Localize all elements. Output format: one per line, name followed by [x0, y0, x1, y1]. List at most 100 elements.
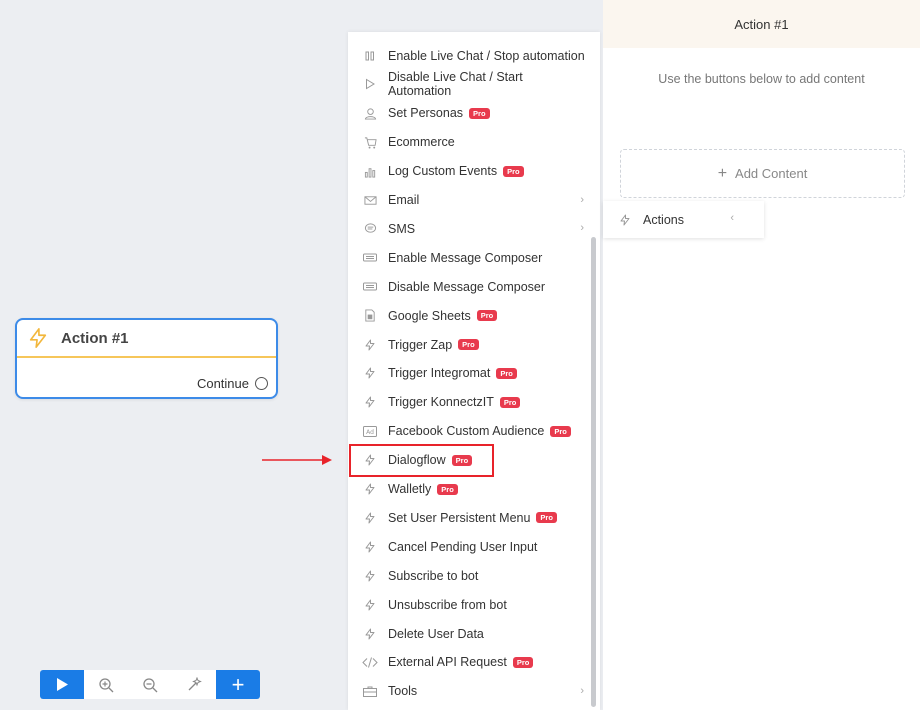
play-icon: [57, 678, 68, 691]
zoom-out-icon: [143, 677, 158, 692]
play-outline-icon: [362, 76, 378, 92]
menu-item-label: Unsubscribe from bot: [388, 597, 507, 612]
add-step-button[interactable]: +: [216, 670, 260, 699]
continue-connector[interactable]: Continue: [197, 376, 268, 391]
menu-item-enable-live-chat-stop-automation[interactable]: Enable Live Chat / Stop automation: [348, 41, 588, 70]
bolt-icon: [362, 568, 378, 584]
action-node[interactable]: Action #1 Continue: [15, 318, 278, 399]
menu-item-set-user-persistent-menu[interactable]: Set User Persistent Menu Pro: [348, 503, 588, 532]
add-content-label: Add Content: [735, 166, 808, 181]
continue-label: Continue: [196, 376, 249, 391]
menu-scrollbar[interactable]: [591, 237, 596, 707]
ad-icon: Ad: [362, 423, 378, 439]
menu-item-trigger-zap[interactable]: Trigger Zap Pro: [348, 330, 588, 359]
bolt-icon: [362, 337, 378, 353]
bolt-icon: [362, 597, 378, 613]
pro-badge: Pro: [437, 483, 458, 495]
action-editor-panel: Action #1 Use the buttons below to add c…: [603, 0, 920, 710]
menu-item-label: Trigger KonnectzIT: [388, 395, 494, 410]
menu-item-label: Walletly: [388, 482, 432, 496]
pro-badge: Pro: [458, 339, 479, 350]
action-node-title: Action #1: [61, 329, 129, 347]
menu-item-unsubscribe-from-bot[interactable]: Unsubscribe from bot: [348, 590, 588, 619]
menu-item-tools[interactable]: Tools ›: [348, 677, 588, 706]
dialogflow-highlight-box: [349, 444, 494, 477]
pro-badge: Pro: [499, 396, 521, 408]
menu-item-label: Disable Live Chat / Start Automation: [387, 70, 523, 99]
pro-badge: Pro: [536, 512, 557, 524]
connector-circle-icon[interactable]: [255, 377, 268, 390]
menu-item-facebook-custom-audience[interactable]: Ad Facebook Custom Audience Pro: [348, 417, 588, 446]
menu-item-cancel-pending-user-input[interactable]: Cancel Pending User Input: [348, 532, 588, 561]
menu-item-delete-user-data[interactable]: Delete User Data: [348, 619, 588, 648]
menu-item-walletly[interactable]: Walletly Pro: [348, 475, 588, 504]
menu-item-label: Trigger Zap: [388, 337, 453, 352]
keyboard-icon: [362, 279, 378, 295]
menu-item-trigger-konnectzit[interactable]: Trigger KonnectzIT Pro: [348, 388, 588, 417]
sms-icon: [362, 221, 378, 237]
zoom-in-icon: [99, 677, 114, 692]
menu-item-label: Facebook Custom Audience: [388, 424, 545, 439]
keyboard-icon: [362, 250, 378, 266]
code-icon: [362, 654, 378, 670]
mail-icon: [362, 192, 378, 208]
pro-badge: Pro: [550, 425, 571, 437]
panel-hint: Use the buttons below to add content: [658, 72, 865, 86]
chevron-right-icon: ›: [580, 193, 584, 206]
pro-badge: Pro: [512, 656, 534, 668]
red-arrow-annotation: [262, 455, 332, 465]
menu-item-label: SMS: [388, 221, 416, 236]
zoom-out-button[interactable]: [128, 670, 172, 699]
menu-item-label: Set User Persistent Menu: [388, 510, 531, 525]
bolt-icon: [362, 510, 378, 526]
auto-arrange-button[interactable]: [172, 670, 216, 699]
menu-item-email[interactable]: Email ›: [348, 186, 588, 215]
bolt-icon: [362, 539, 378, 555]
zoom-in-button[interactable]: [84, 670, 128, 699]
menu-item-subscribe-to-bot[interactable]: Subscribe to bot: [348, 561, 588, 590]
menu-item-log-custom-events[interactable]: Log Custom Events Pro: [348, 157, 588, 186]
menu-item-label: Email: [388, 193, 420, 207]
chevron-right-icon: ›: [580, 222, 584, 235]
pro-badge: Pro: [469, 107, 490, 119]
menu-item-label: Log Custom Events: [388, 164, 498, 179]
menu-item-label: Tools: [388, 684, 418, 699]
menu-item-ecommerce[interactable]: Ecommerce: [348, 128, 588, 157]
pro-badge: Pro: [476, 310, 498, 322]
menu-item-enable-message-composer[interactable]: Enable Message Composer: [348, 243, 588, 272]
menu-item-external-api-request[interactable]: External API Request Pro: [348, 648, 588, 677]
add-content-button[interactable]: + Add Content: [620, 149, 905, 198]
bolt-icon: [29, 328, 47, 348]
menu-item-label: Cancel Pending User Input: [388, 539, 538, 554]
actions-submenu: Enable Live Chat / Stop automation Disabl…: [348, 32, 600, 710]
action-node-header: Action #1: [17, 320, 276, 358]
menu-item-trigger-integromat[interactable]: Trigger Integromat Pro: [348, 359, 588, 388]
bolt-icon: [619, 213, 631, 227]
menu-item-set-personas[interactable]: Set Personas Pro: [348, 99, 588, 128]
menu-item-label: Google Sheets: [388, 308, 471, 323]
chevron-left-icon: ‹: [730, 212, 734, 224]
pro-badge: Pro: [503, 165, 524, 177]
actions-button[interactable]: Actions ‹: [603, 201, 764, 238]
canvas-toolbar: +: [40, 670, 260, 699]
menu-item-sms[interactable]: SMS ›: [348, 214, 588, 243]
pause-icon: [362, 48, 378, 64]
bolt-icon: [362, 481, 378, 497]
play-button[interactable]: [40, 670, 84, 699]
toolbox-icon: [362, 683, 378, 699]
bolt-icon: [362, 365, 378, 381]
chevron-right-icon: ›: [580, 684, 584, 697]
bolt-icon: [362, 626, 378, 642]
menu-item-google-sheets[interactable]: Google Sheets Pro: [348, 301, 588, 330]
user-icon: [362, 105, 378, 121]
menu-item-label: Disable Message Composer: [388, 279, 546, 294]
chart-icon: [362, 163, 378, 179]
magic-wand-icon: [188, 676, 202, 690]
cart-icon: [362, 134, 378, 150]
menu-item-disable-message-composer[interactable]: Disable Message Composer: [348, 272, 588, 301]
actions-label: Actions: [643, 212, 684, 227]
plus-icon: +: [717, 164, 728, 182]
bolt-icon: [362, 394, 378, 410]
panel-title: Action #1: [603, 0, 920, 48]
menu-item-disable-live-chat-start-automation[interactable]: Disable Live Chat / Start Automation: [348, 70, 588, 99]
